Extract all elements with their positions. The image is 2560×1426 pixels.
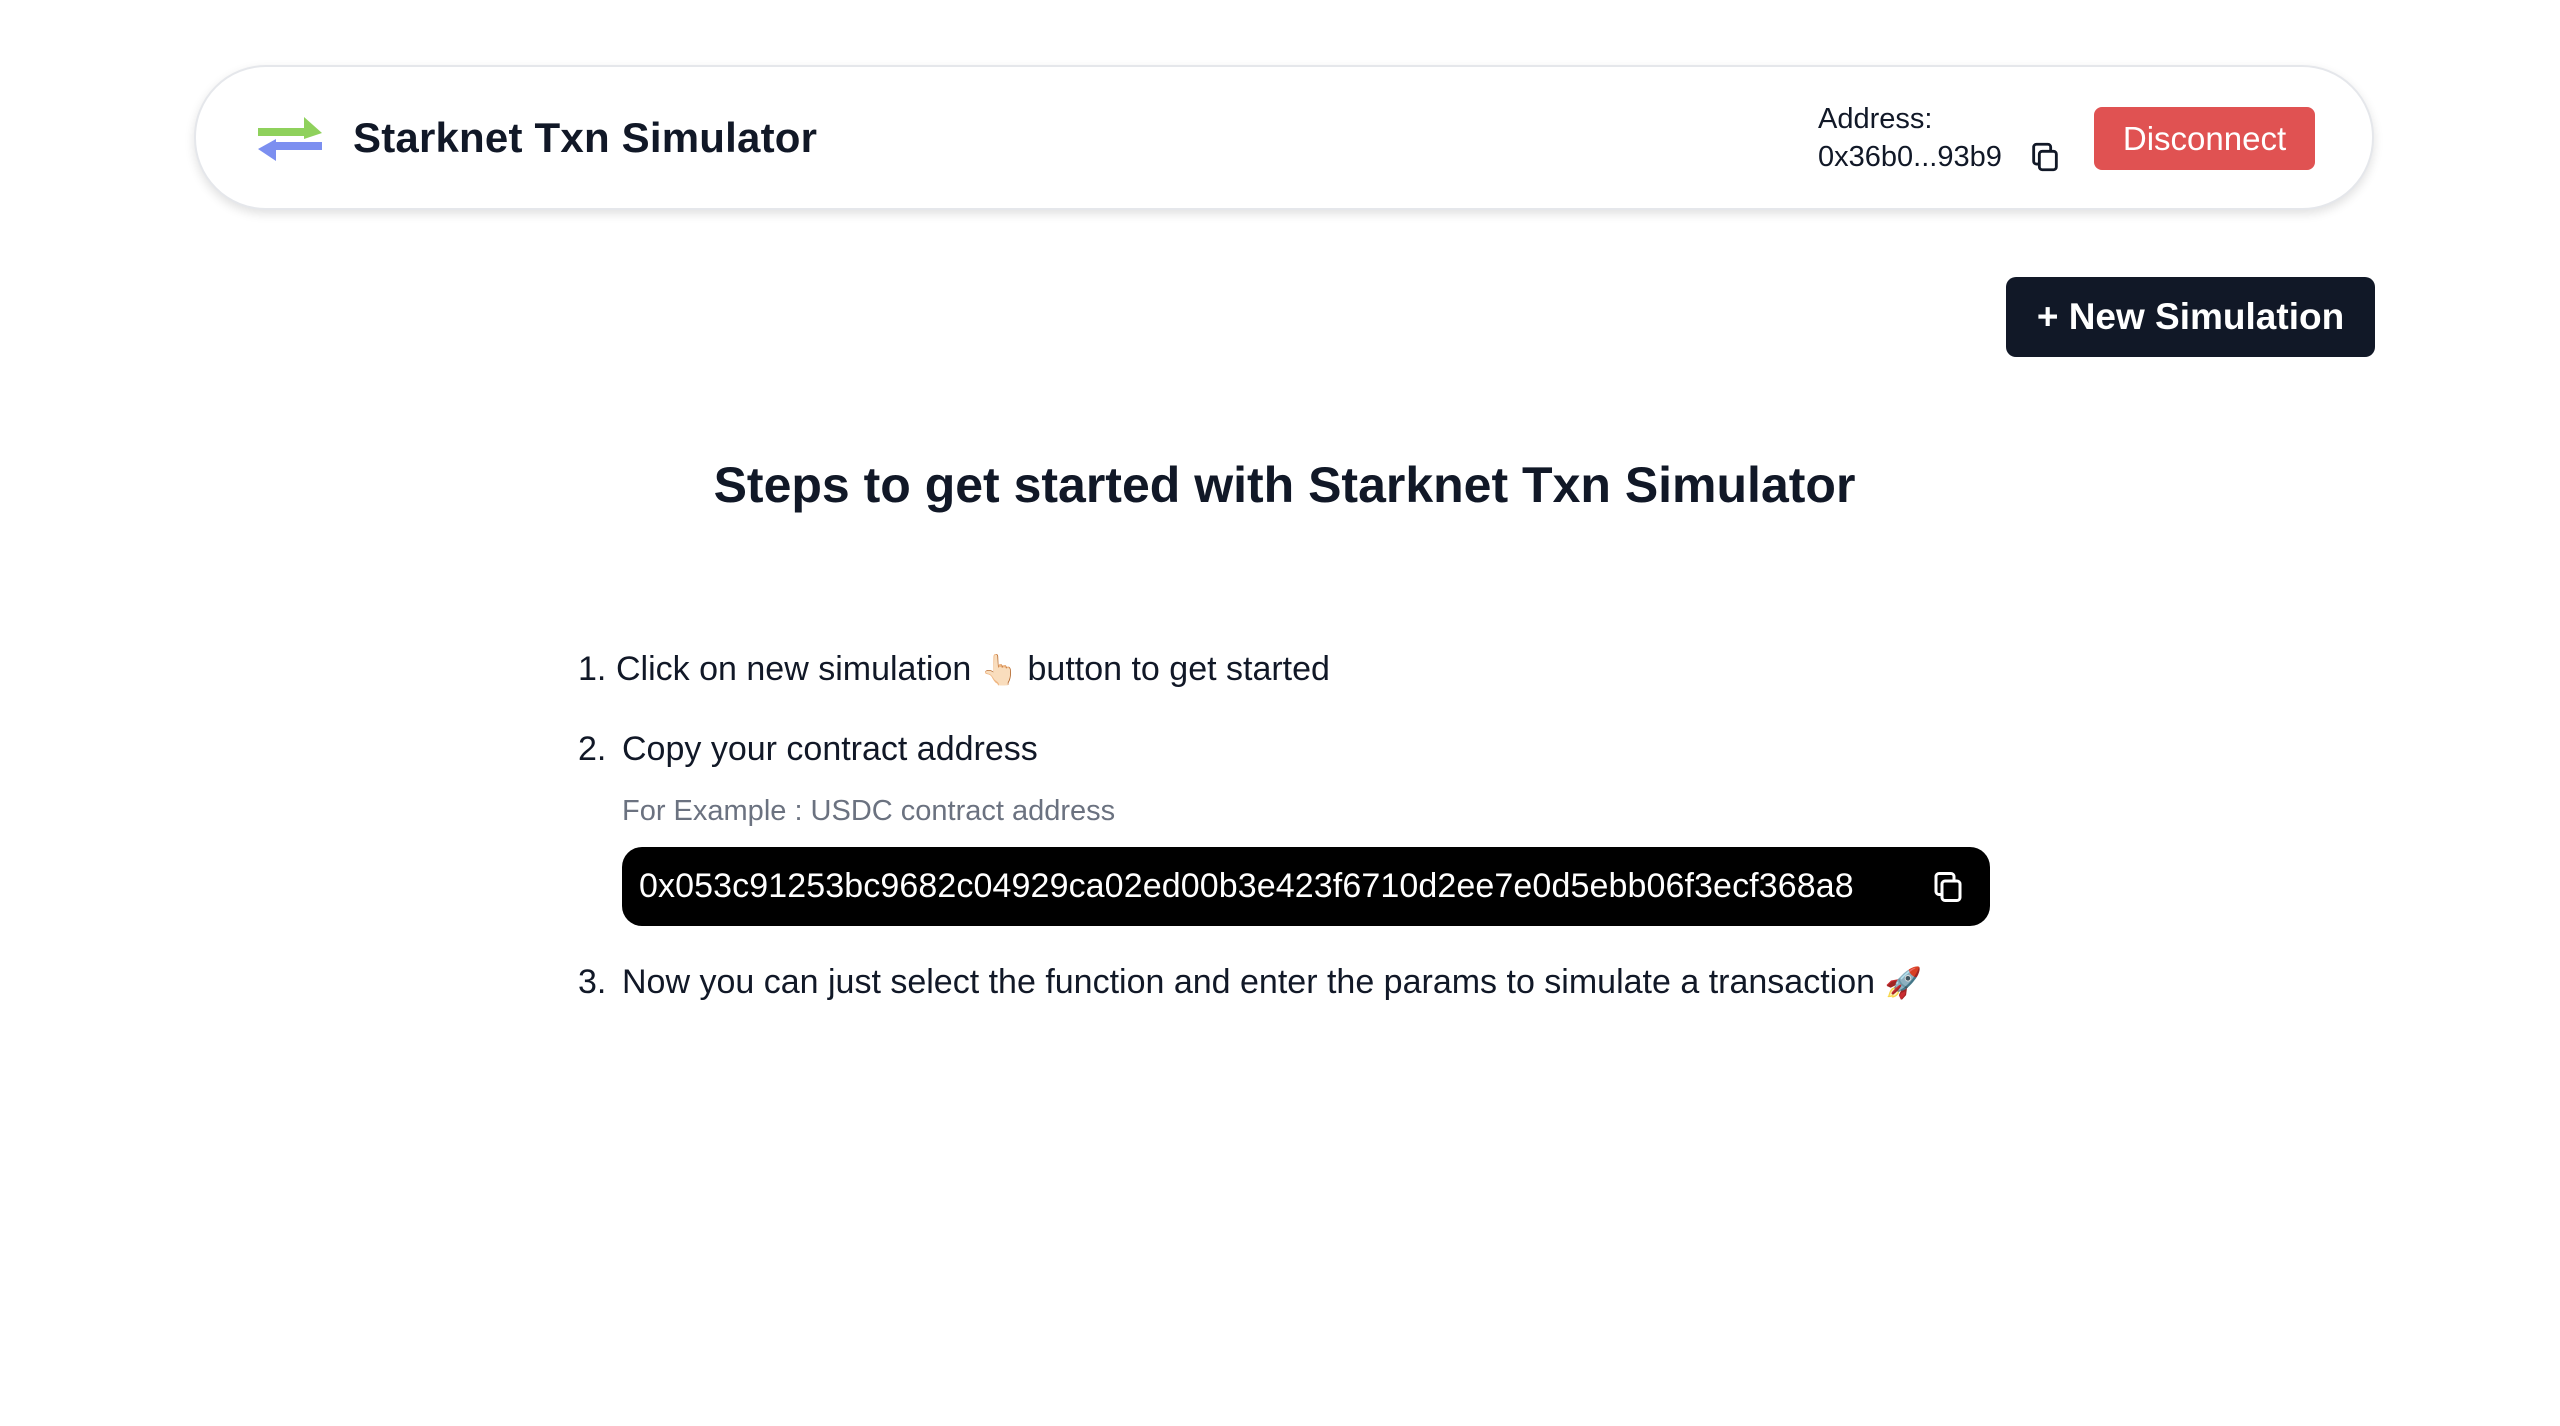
step-text: Copy your contract address bbox=[622, 730, 1038, 768]
new-simulation-button[interactable]: + New Simulation bbox=[2006, 277, 2375, 357]
swap-arrows-icon bbox=[258, 117, 322, 161]
step-text: Now you can just select the function and… bbox=[622, 963, 1885, 1001]
address-label: Address: bbox=[1818, 103, 1933, 135]
rocket-icon: 🚀 bbox=[1884, 967, 1922, 1000]
step-text: Click on new simulation bbox=[616, 650, 981, 688]
example-label: For Example : USDC contract address bbox=[622, 795, 1116, 827]
address-value: 0x36b0...93b9 bbox=[1818, 141, 2002, 173]
disconnect-button[interactable]: Disconnect bbox=[2094, 107, 2315, 170]
step-number: 1. bbox=[578, 650, 607, 688]
pointing-up-icon: 👆🏻 bbox=[980, 654, 1019, 687]
page-heading: Steps to get started with Starknet Txn S… bbox=[713, 457, 1856, 513]
contract-address-text[interactable]: 0x053c91253bc9682c04929ca02ed00b3e423f67… bbox=[639, 865, 1854, 907]
step-number: 2. bbox=[578, 730, 607, 768]
step-2: 2. Copy your contract address bbox=[578, 728, 1038, 770]
step-1: 1. Click on new simulation 👆🏻 button to g… bbox=[578, 648, 1330, 692]
copy-address-icon[interactable] bbox=[2028, 140, 2062, 174]
copy-contract-icon[interactable] bbox=[1930, 869, 1966, 905]
step-text: button to get started bbox=[1018, 650, 1330, 688]
step-3: 3. Now you can just select the function a… bbox=[578, 961, 1922, 1005]
contract-address-box: 0x053c91253bc9682c04929ca02ed00b3e423f67… bbox=[622, 847, 1990, 926]
wallet-address: Address: 0x36b0...93b9 bbox=[1818, 101, 2078, 181]
page: Starknet Txn Simulator Address: 0x36b0..… bbox=[0, 0, 2560, 1426]
app-title: Starknet Txn Simulator bbox=[353, 114, 818, 161]
navbar: Starknet Txn Simulator Address: 0x36b0..… bbox=[194, 65, 2374, 210]
step-number: 3. bbox=[578, 963, 607, 1001]
